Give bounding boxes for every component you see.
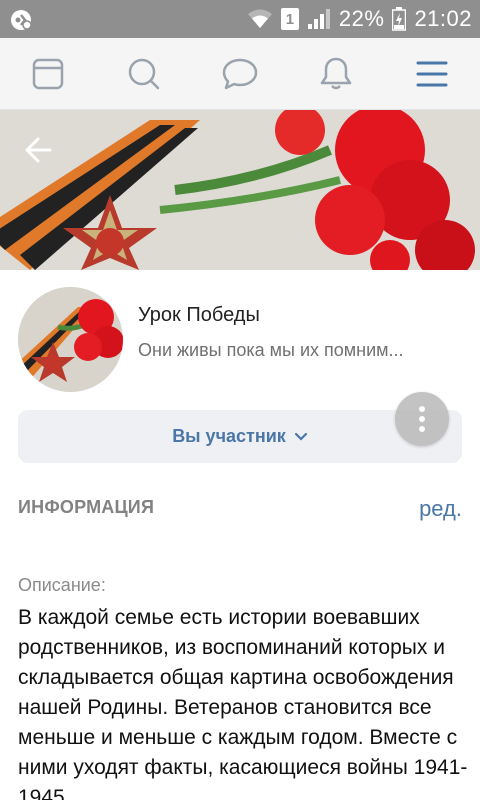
membership-label: Вы участник <box>172 426 286 446</box>
search-icon <box>128 58 160 89</box>
status-bar: 1 22% 21:02 <box>0 0 480 38</box>
cover-image <box>0 110 480 270</box>
battery-charging-icon <box>392 7 407 31</box>
nav-notifications-button[interactable] <box>306 44 366 104</box>
group-name: Урок Победы <box>138 304 260 326</box>
chevron-down-icon <box>294 432 307 441</box>
nav-menu-button[interactable] <box>402 44 462 104</box>
back-arrow-icon[interactable] <box>20 130 60 170</box>
more-vertical-icon <box>419 406 425 432</box>
sim-slot-badge: 1 <box>280 8 299 30</box>
battery-percentage: 22% <box>338 6 385 31</box>
browser-tab-icon <box>32 58 64 89</box>
bell-icon <box>320 57 352 89</box>
clock: 21:02 <box>414 6 472 31</box>
description-label: Описание: <box>18 575 106 595</box>
messages-icon <box>222 58 258 89</box>
group-avatar[interactable] <box>18 287 123 392</box>
avatar-artwork <box>18 287 123 392</box>
edit-link[interactable]: ред. <box>419 496 462 522</box>
signal-icon <box>307 9 330 29</box>
cover-artwork <box>0 110 480 270</box>
top-navigation <box>0 38 480 110</box>
description-text: В каждой семье есть истории воевавших ро… <box>18 606 468 800</box>
menu-icon <box>416 61 448 86</box>
wifi-icon <box>247 9 272 28</box>
group-status: Они живы пока мы их помним... <box>138 340 404 360</box>
nav-newsfeed-button[interactable] <box>18 44 78 104</box>
notification-icon <box>11 10 32 30</box>
nav-search-button[interactable] <box>114 44 174 104</box>
more-options-button[interactable] <box>395 392 449 446</box>
info-section-title: ИНФОРМАЦИЯ <box>18 497 155 517</box>
nav-messages-button[interactable] <box>210 44 270 104</box>
